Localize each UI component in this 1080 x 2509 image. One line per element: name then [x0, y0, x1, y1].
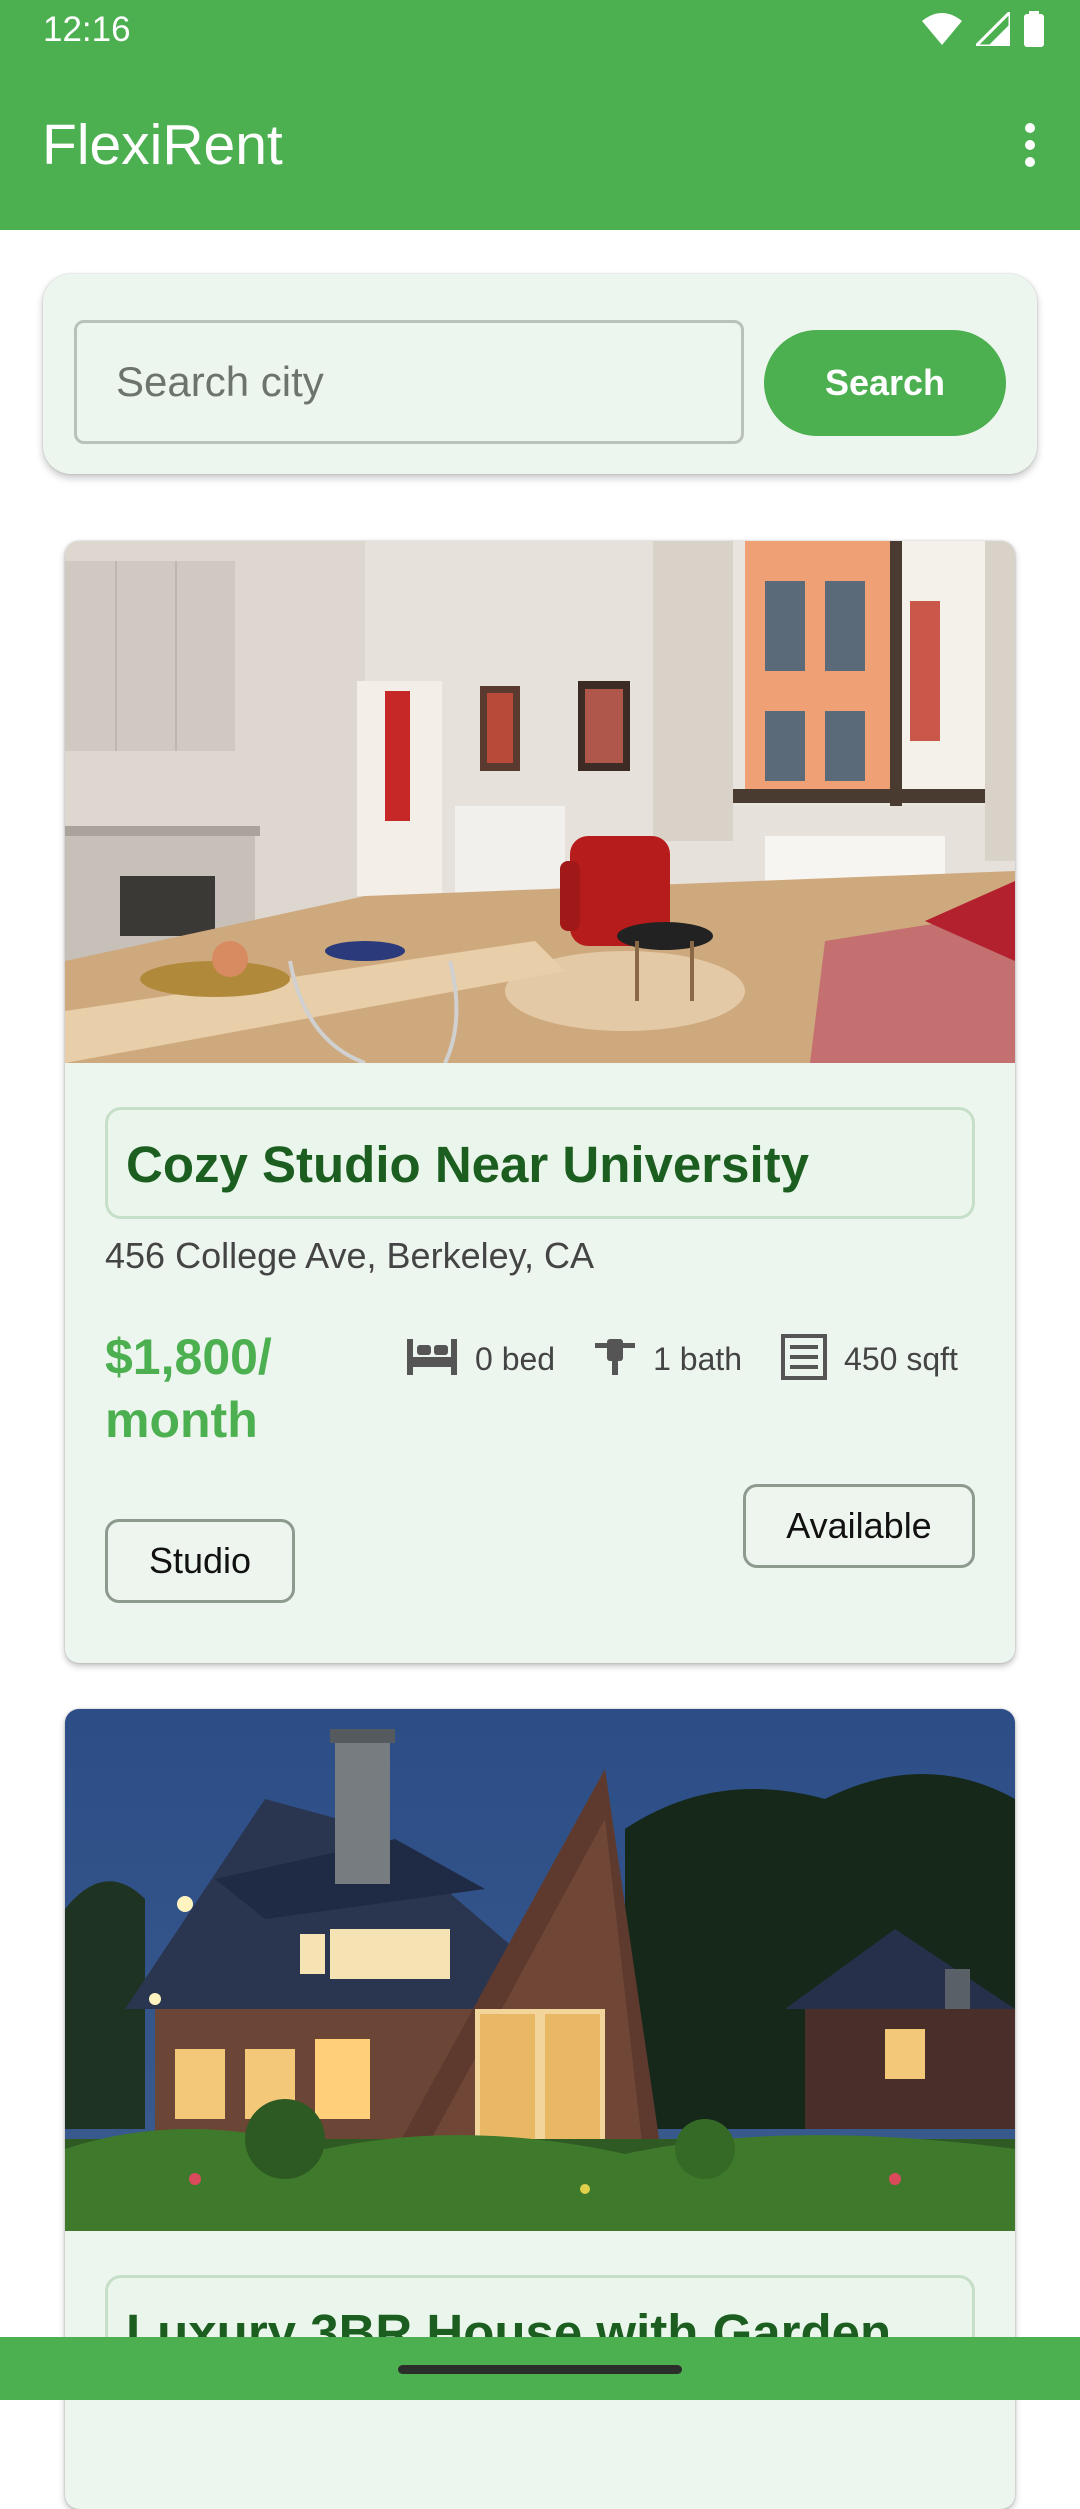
apartment-interior-photo: [65, 541, 1015, 1063]
listing-title-box: Cozy Studio Near University: [105, 1107, 975, 1219]
listing-card[interactable]: Cozy Studio Near University 456 College …: [65, 541, 1015, 1663]
property-type-chip[interactable]: Studio: [105, 1519, 295, 1603]
gesture-handle[interactable]: [398, 2365, 682, 2374]
bed-spec: 0 bed: [405, 1337, 555, 1382]
availability-chip[interactable]: Available: [743, 1484, 975, 1568]
signal-icon: [972, 7, 1012, 51]
more-options-button[interactable]: [1000, 112, 1060, 182]
search-button[interactable]: Search: [764, 330, 1006, 436]
bath-spec: 1 bath: [593, 1335, 742, 1384]
bed-icon: [405, 1337, 459, 1382]
bath-count: 1 bath: [653, 1340, 743, 1377]
search-panel: Search: [43, 274, 1037, 474]
app-title: FlexiRent: [42, 113, 283, 177]
bed-count: 0 bed: [475, 1340, 556, 1377]
listing-address: 456 College Ave, Berkeley, CA: [105, 1235, 594, 1276]
more-vert-icon: [1024, 122, 1036, 172]
listing-title: Cozy Studio Near University: [126, 1136, 809, 1193]
area-spec: 450 sqft: [780, 1333, 958, 1386]
status-bar: 12:16: [0, 0, 1080, 62]
battery-icon: [1024, 10, 1044, 52]
listing-price: $1,800/ month: [105, 1329, 272, 1448]
status-icons: [922, 7, 1044, 52]
search-city-input[interactable]: [74, 320, 744, 444]
area-size: 450 sqft: [844, 1340, 958, 1377]
bath-icon: [593, 1335, 637, 1384]
house-exterior-photo: [65, 1709, 1015, 2231]
top-app-bar: 12:16 FlexiRent: [0, 0, 1080, 230]
status-time: 12:16: [43, 10, 131, 49]
wifi-icon: [922, 12, 962, 51]
system-navigation-bar: [0, 2337, 1080, 2400]
floor-plan-icon: [780, 1333, 828, 1386]
listing-specs: 0 bed 1 bath 450 sqft: [405, 1331, 958, 1387]
